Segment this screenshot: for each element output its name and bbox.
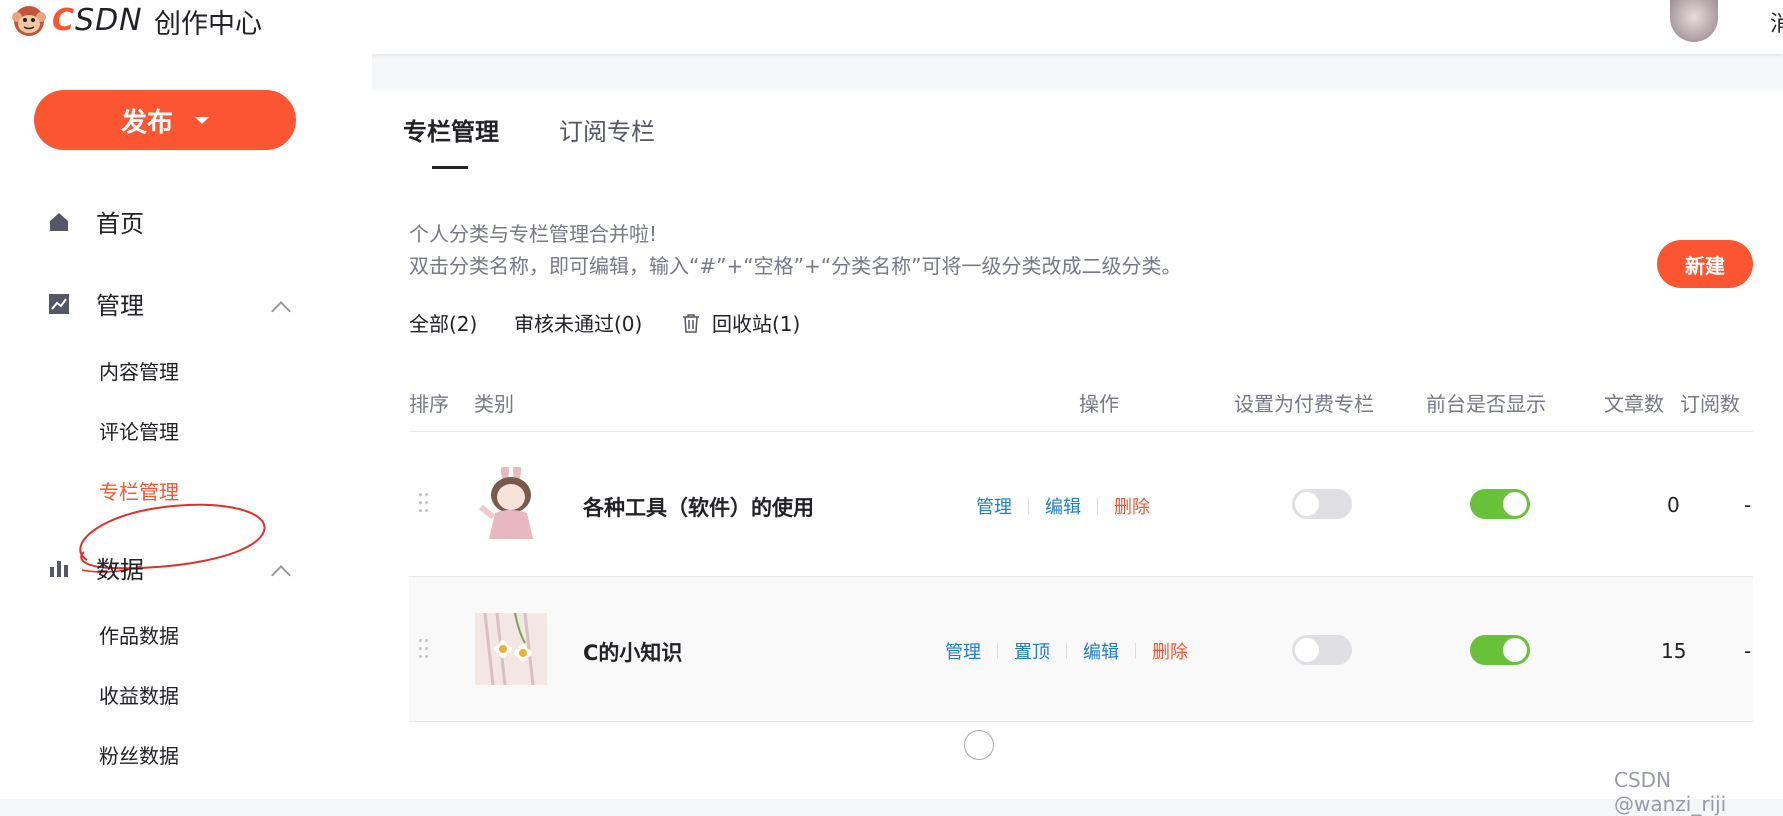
subscriber-count: - bbox=[1744, 493, 1752, 517]
chevron-up-icon[interactable] bbox=[271, 301, 291, 321]
hint-line-1: 个人分类与专栏管理合并啦! bbox=[409, 222, 658, 246]
filter-rejected[interactable]: 审核未通过(0) bbox=[514, 308, 642, 337]
sidebar-item-label: 管理 bbox=[96, 292, 144, 320]
watermark: CSDN @wanzi_riji bbox=[1614, 768, 1727, 816]
column-name[interactable]: C的小知识 bbox=[583, 637, 682, 667]
bar-chart-icon bbox=[50, 560, 68, 577]
toggle-knob bbox=[1295, 492, 1319, 516]
table-row: 各种工具（软件）的使用 管理 编辑 删除 0 - bbox=[409, 432, 1753, 576]
article-count: 0 bbox=[1667, 493, 1680, 517]
col-header-subscribers: 订阅数 bbox=[1680, 392, 1740, 416]
toggle-knob bbox=[1503, 492, 1527, 516]
sidebar-item-label: 数据 bbox=[96, 556, 144, 584]
publish-button[interactable]: 发布 bbox=[34, 90, 296, 150]
sidebar-item-label: 首页 bbox=[96, 210, 144, 238]
filter-all[interactable]: 全部(2) bbox=[409, 308, 477, 337]
sidebar-item-works-data[interactable]: 作品数据 bbox=[99, 620, 179, 649]
column-cover-image bbox=[475, 467, 547, 539]
page-title: 创作中心 bbox=[154, 9, 262, 40]
col-header-category: 类别 bbox=[474, 392, 514, 416]
action-divider bbox=[1135, 643, 1136, 659]
row-actions: 管理 置顶 编辑 删除 bbox=[945, 638, 1188, 664]
col-header-actions: 操作 bbox=[1079, 392, 1119, 416]
column-name[interactable]: 各种工具（软件）的使用 bbox=[583, 492, 814, 522]
tab-column-manage[interactable]: 专栏管理 bbox=[403, 112, 499, 147]
row-actions: 管理 编辑 删除 bbox=[976, 493, 1150, 519]
row-divider bbox=[409, 721, 1753, 722]
action-divider bbox=[1028, 498, 1029, 514]
col-header-articles: 文章数 bbox=[1604, 392, 1664, 416]
loading-spinner bbox=[964, 730, 994, 760]
filter-recycle-bin[interactable]: 回收站(1) bbox=[682, 308, 800, 337]
manage-link[interactable]: 管理 bbox=[945, 638, 981, 664]
edit-link[interactable]: 编辑 bbox=[1083, 638, 1119, 664]
toggle-knob bbox=[1295, 638, 1319, 662]
drag-handle-icon[interactable] bbox=[419, 493, 429, 515]
sidebar-item-manage[interactable]: 管理 bbox=[48, 286, 144, 321]
chart-trend-icon bbox=[49, 293, 69, 314]
trash-icon bbox=[683, 313, 699, 333]
caret-down-icon bbox=[195, 116, 209, 124]
publish-label: 发布 bbox=[120, 107, 173, 138]
monkey-logo-icon bbox=[12, 6, 46, 36]
toggle-knob bbox=[1503, 638, 1527, 662]
paid-column-toggle[interactable] bbox=[1292, 635, 1352, 665]
manage-link[interactable]: 管理 bbox=[976, 493, 1012, 519]
action-divider bbox=[997, 643, 998, 659]
col-header-paid: 设置为付费专栏 bbox=[1234, 392, 1374, 416]
tab-subscribed-columns[interactable]: 订阅专栏 bbox=[559, 112, 655, 147]
sidebar-item-comment-manage[interactable]: 评论管理 bbox=[99, 416, 179, 445]
delete-link[interactable]: 删除 bbox=[1152, 638, 1188, 664]
column-cover-image bbox=[475, 613, 547, 685]
sidebar-item-fans-data[interactable]: 粉丝数据 bbox=[99, 740, 179, 769]
main-panel: 专栏管理 订阅专栏 个人分类与专栏管理合并啦! 双击分类名称，即可编辑，输入“#… bbox=[372, 90, 1783, 799]
action-divider bbox=[1097, 498, 1098, 514]
delete-link[interactable]: 删除 bbox=[1114, 493, 1150, 519]
sidebar: 发布 首页 管理 内容管理 评论管理 专栏管理 数据 作品数据 收益数据 粉丝数… bbox=[0, 54, 372, 799]
user-avatar[interactable] bbox=[1670, 0, 1718, 42]
article-count: 15 bbox=[1661, 639, 1687, 663]
home-icon bbox=[50, 212, 68, 231]
pin-top-link[interactable]: 置顶 bbox=[1014, 638, 1050, 664]
col-header-visible: 前台是否显示 bbox=[1426, 392, 1546, 416]
sidebar-item-income-data[interactable]: 收益数据 bbox=[99, 680, 179, 709]
csdn-logo[interactable]: CSDN bbox=[10, 0, 143, 40]
logo-text: CSDN bbox=[52, 2, 143, 38]
top-bar: CSDN 创作中心 消 bbox=[0, 0, 1783, 54]
sidebar-item-data[interactable]: 数据 bbox=[48, 550, 144, 585]
filter-recycle-bin-label: 回收站(1) bbox=[712, 312, 801, 336]
visible-toggle[interactable] bbox=[1470, 635, 1530, 665]
sidebar-item-content-manage[interactable]: 内容管理 bbox=[99, 356, 179, 385]
subscriber-count: - bbox=[1744, 639, 1752, 663]
visible-toggle[interactable] bbox=[1470, 489, 1530, 519]
hint-line-2: 双击分类名称，即可编辑，输入“#”+“空格”+“分类名称”可将一级分类改成二级分… bbox=[409, 254, 1182, 278]
top-right-menu-partial[interactable]: 消 bbox=[1770, 6, 1783, 38]
paid-column-toggle[interactable] bbox=[1292, 489, 1352, 519]
chevron-up-icon[interactable] bbox=[271, 565, 291, 585]
action-divider bbox=[1066, 643, 1067, 659]
col-header-sort: 排序 bbox=[409, 392, 449, 416]
active-tab-indicator bbox=[432, 166, 468, 169]
drag-handle-icon[interactable] bbox=[419, 639, 429, 661]
edit-link[interactable]: 编辑 bbox=[1045, 493, 1081, 519]
table-row: C的小知识 管理 置顶 编辑 删除 15 - bbox=[409, 577, 1753, 721]
new-column-button[interactable]: 新建 bbox=[1657, 240, 1753, 288]
sidebar-item-home[interactable]: 首页 bbox=[48, 204, 144, 239]
